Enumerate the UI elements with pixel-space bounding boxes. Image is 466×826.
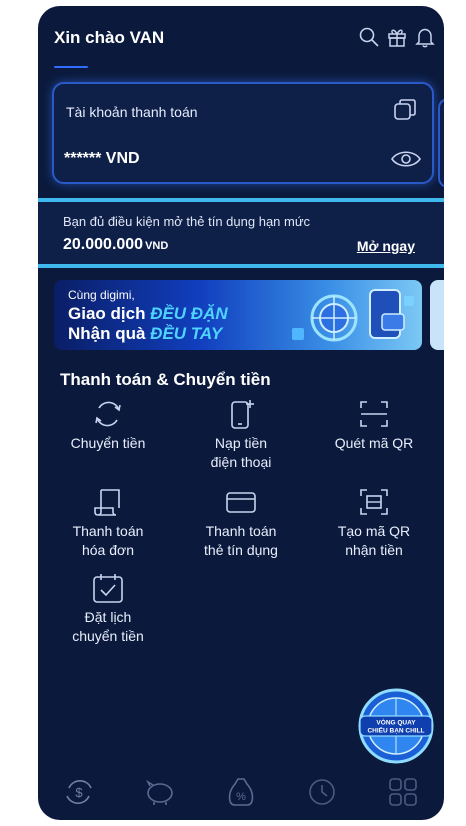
credit-card-offer[interactable]: Bạn đủ điều kiện mở thẻ tín dụng hạn mức… bbox=[38, 198, 444, 268]
credit-offer-text: Bạn đủ điều kiện mở thẻ tín dụng hạn mức bbox=[63, 214, 311, 229]
service-label-2: thẻ tín dụng bbox=[204, 542, 278, 558]
bottom-navigation: $ % bbox=[38, 764, 444, 820]
history-icon[interactable] bbox=[304, 774, 340, 810]
copy-icon[interactable] bbox=[392, 98, 418, 122]
phone-topup-icon bbox=[231, 400, 254, 429]
account-balance: ****** VND bbox=[64, 150, 140, 167]
account-card[interactable]: Tài khoản thanh toán ****** VND bbox=[52, 82, 434, 184]
greeting-text: Xin chào VAN bbox=[54, 28, 165, 47]
app-screen: Xin chào VAN Tài khoản thanh toán ******… bbox=[38, 6, 444, 820]
discount-bag-icon[interactable]: % bbox=[223, 774, 259, 810]
service-label-2: điện thoại bbox=[210, 454, 272, 470]
gift-icon[interactable] bbox=[386, 26, 408, 48]
next-banner-peek[interactable] bbox=[430, 280, 444, 350]
banner-illustration bbox=[292, 289, 414, 342]
credit-amount-value: 20.000.000 bbox=[63, 236, 144, 253]
greeting-underline bbox=[54, 66, 88, 68]
service-label: Đặt lịch bbox=[84, 609, 132, 625]
services-section-title: Thanh toán & Chuyển tiền bbox=[60, 370, 271, 389]
service-schedule-transfer[interactable]: Đặt lịch chuyển tiền bbox=[38, 572, 178, 646]
service-label: Quét mã QR bbox=[334, 435, 414, 451]
service-label: Tạo mã QR bbox=[337, 523, 411, 539]
service-label: Thanh toán bbox=[205, 523, 277, 539]
service-create-qr[interactable]: Tạo mã QR nhận tiền bbox=[304, 486, 444, 560]
create-qr-icon bbox=[360, 489, 388, 515]
service-phone-topup[interactable]: Nạp tiền điện thoại bbox=[171, 398, 311, 472]
banner-line-3: Nhận quà ĐỀU TAY bbox=[68, 324, 223, 343]
promo-banner[interactable]: Cùng digimi, Giao dịch ĐỀU ĐẶN Nhận quà … bbox=[54, 280, 422, 350]
credit-card-icon bbox=[226, 492, 256, 513]
bell-icon[interactable] bbox=[414, 26, 436, 48]
service-pay-credit-card[interactable]: Thanh toán thẻ tín dụng bbox=[171, 486, 311, 560]
service-scan-qr[interactable]: Quét mã QR bbox=[304, 398, 444, 453]
svg-text:%: % bbox=[236, 791, 246, 803]
eye-icon[interactable] bbox=[390, 148, 422, 170]
open-now-link[interactable]: Mở ngay bbox=[357, 238, 415, 254]
service-transfer[interactable]: Chuyển tiền bbox=[38, 398, 178, 453]
spin-wheel-promo[interactable]: VÒNG QUAY CHIẾU BẠN CHILL bbox=[356, 686, 436, 766]
service-label: Chuyển tiền bbox=[70, 435, 146, 451]
credit-offer-amount: 20.000.000 VND bbox=[63, 236, 168, 254]
calendar-check-icon bbox=[93, 574, 123, 603]
wheel-line-1: VÒNG QUAY bbox=[376, 718, 416, 727]
header-icons bbox=[358, 26, 436, 48]
scan-qr-icon bbox=[360, 401, 388, 427]
service-label-2: hóa đơn bbox=[81, 542, 134, 558]
next-account-card-peek[interactable] bbox=[438, 98, 444, 188]
account-title: Tài khoản thanh toán bbox=[66, 104, 198, 120]
money-exchange-icon[interactable]: $ bbox=[61, 774, 97, 810]
service-label-2: nhận tiền bbox=[345, 542, 403, 558]
apps-icon[interactable] bbox=[385, 774, 421, 810]
svg-text:$: $ bbox=[75, 785, 83, 800]
service-label: Thanh toán bbox=[72, 523, 144, 539]
service-label: Nạp tiền bbox=[214, 435, 268, 451]
service-pay-bill[interactable]: Thanh toán hóa đơn bbox=[38, 486, 178, 560]
service-label-2: chuyển tiền bbox=[72, 628, 144, 644]
piggy-bank-icon[interactable] bbox=[142, 774, 178, 810]
credit-amount-currency: VND bbox=[145, 240, 169, 252]
banner-line-1: Cùng digimi, bbox=[68, 288, 135, 302]
search-icon[interactable] bbox=[358, 26, 380, 48]
banner-line-2: Giao dịch ĐỀU ĐẶN bbox=[68, 304, 228, 323]
transfer-icon bbox=[95, 401, 121, 427]
bill-icon bbox=[94, 489, 120, 516]
